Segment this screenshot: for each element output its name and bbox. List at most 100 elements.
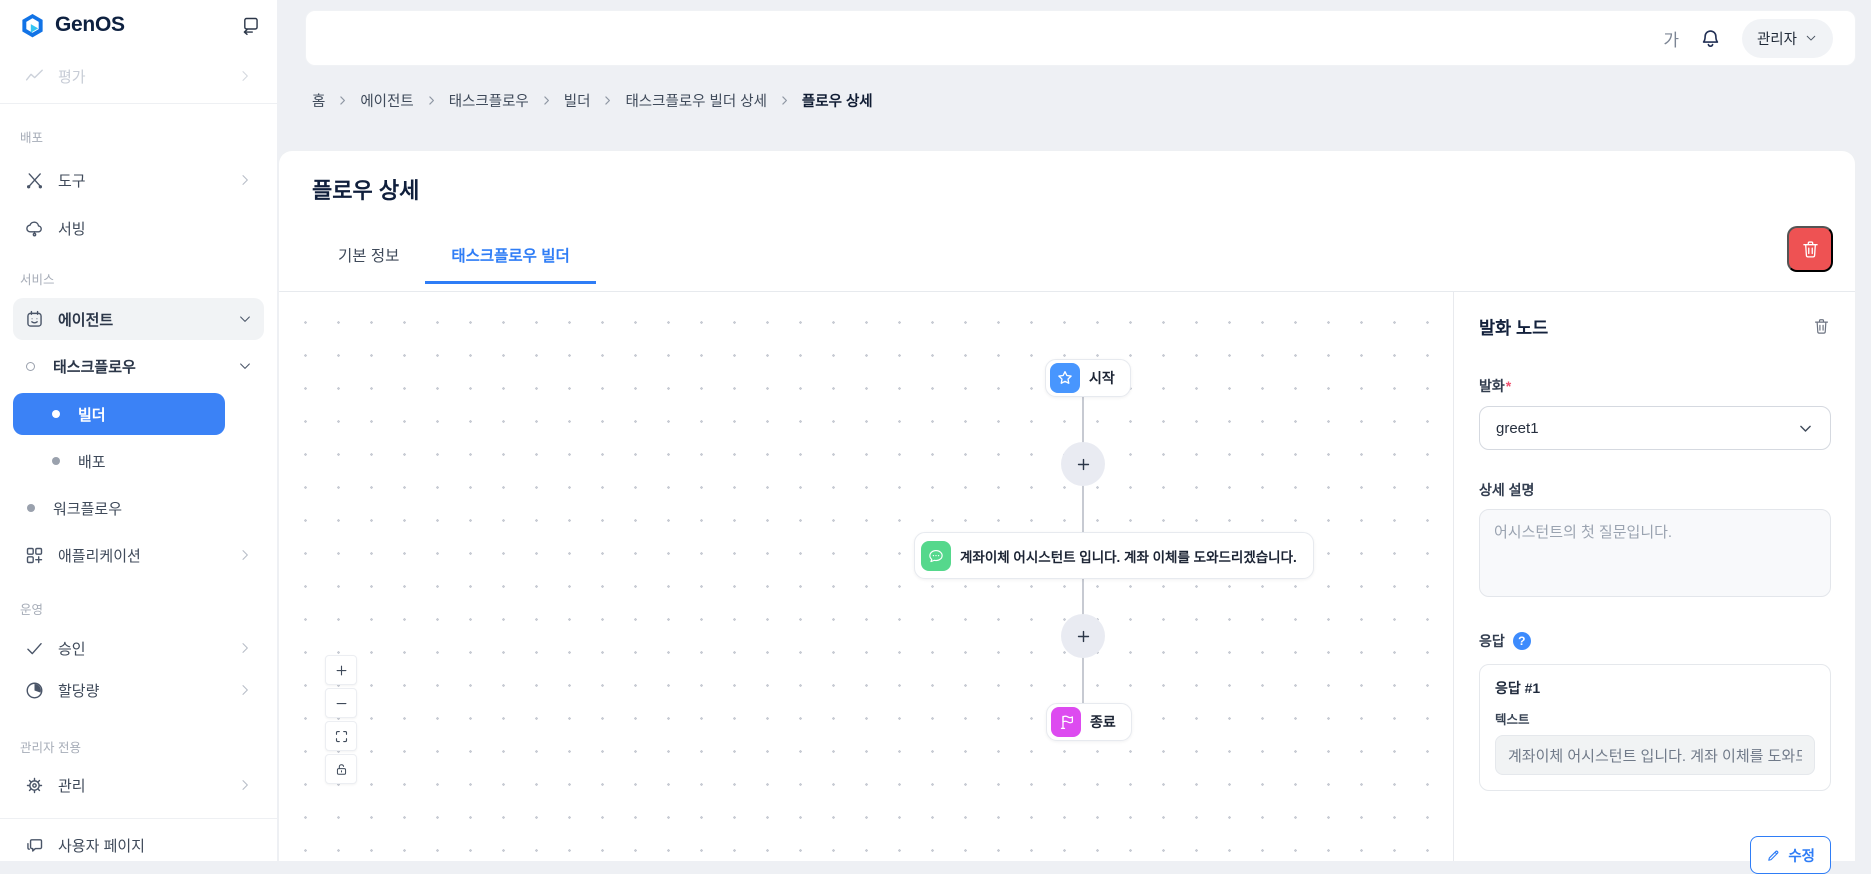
fit-view-button[interactable]: [325, 721, 357, 751]
sidebar-item-quota[interactable]: 할당량: [13, 670, 264, 710]
line-chart-icon: [24, 66, 45, 87]
sidebar-item-application[interactable]: 애플리케이션: [13, 535, 264, 575]
gear-icon: [24, 775, 45, 796]
utterance-select-value: greet1: [1496, 420, 1539, 437]
section-label-admin: 관리자 전용: [13, 738, 264, 754]
builder-area: 시작 계좌이체 어시스턴트 입니다. 계좌 이체를 도와드리겠습니다. 종료: [279, 292, 1855, 861]
help-icon[interactable]: ?: [1513, 632, 1531, 650]
utterance-select[interactable]: greet1: [1479, 406, 1831, 450]
chevron-right-icon: [237, 172, 253, 188]
sidebar-item-builder[interactable]: 빌더: [13, 393, 225, 435]
trash-icon: [1800, 239, 1821, 260]
sidebar-item-deploy[interactable]: 배포: [13, 441, 264, 481]
bullet-icon: [52, 410, 60, 418]
text-label: 텍스트: [1495, 709, 1815, 728]
sidebar-collapse-icon[interactable]: [240, 15, 261, 36]
user-menu-label: 관리자: [1757, 28, 1797, 49]
page-title: 플로우 상세: [312, 173, 419, 205]
node-properties-panel: 발화 노드 발화* greet1 상세 설명 응답 ? 응답 #1 텍스트: [1453, 292, 1855, 861]
chevron-right-icon: [237, 682, 253, 698]
bullet-icon: [27, 504, 35, 512]
user-menu-button[interactable]: 관리자: [1742, 19, 1833, 58]
chevron-right-icon: [237, 547, 253, 563]
sidebar-divider: [0, 818, 277, 819]
sidebar-item-admin[interactable]: 관리: [13, 765, 264, 805]
edit-button[interactable]: 수정: [1750, 836, 1831, 874]
canvas-controls: [325, 655, 357, 784]
tab-basic-info[interactable]: 기본 정보: [312, 229, 425, 284]
sidebar-item-tools[interactable]: 도구: [13, 160, 264, 200]
breadcrumb-builder-detail[interactable]: 태스크플로우 빌더 상세: [625, 90, 766, 111]
star-icon: [1050, 363, 1080, 393]
breadcrumb-taskflow[interactable]: 태스크플로우: [449, 90, 529, 111]
logo[interactable]: GenOS: [13, 0, 264, 46]
chevron-right-icon: [237, 68, 253, 84]
chevron-right-icon: [601, 94, 614, 107]
chevron-down-icon: [1804, 31, 1818, 45]
sidebar-item-user-page[interactable]: 사용자 페이지: [13, 825, 264, 865]
sidebar-item-workflow[interactable]: 워크플로우: [13, 488, 264, 528]
sidebar-item-serving[interactable]: 서빙: [13, 208, 264, 248]
add-node-button[interactable]: [1061, 614, 1105, 658]
section-label-service: 서비스: [13, 270, 264, 286]
breadcrumb-builder[interactable]: 빌더: [564, 90, 591, 111]
zoom-out-button[interactable]: [325, 688, 357, 718]
chevron-right-icon: [237, 640, 253, 656]
breadcrumb-home[interactable]: 홈: [312, 90, 325, 111]
tab-taskflow-builder[interactable]: 태스크플로우 빌더: [425, 229, 595, 284]
description-textarea[interactable]: [1479, 509, 1831, 597]
sidebar: GenOS 평가 배포 도구 서빙 서비스 에이전트 태스크플로우 빌더 배포: [0, 0, 277, 861]
sidebar-divider: [0, 103, 277, 104]
utterance-label: 발화*: [1479, 376, 1831, 396]
pie-chart-icon: [24, 680, 45, 701]
cloud-icon: [24, 218, 45, 239]
genos-logo-icon: [19, 12, 46, 39]
node-end[interactable]: 종료: [1046, 703, 1132, 741]
chat-bubble-icon: [921, 541, 951, 571]
chevron-down-icon: [237, 358, 253, 374]
bell-icon[interactable]: [1699, 27, 1722, 50]
chevron-right-icon: [540, 94, 553, 107]
description-label: 상세 설명: [1479, 480, 1831, 500]
response-label: 응답: [1479, 631, 1505, 651]
delete-flow-button[interactable]: [1787, 226, 1833, 272]
node-utterance[interactable]: 계좌이체 어시스턴트 입니다. 계좌 이체를 도와드리겠습니다.: [914, 532, 1314, 579]
add-node-button[interactable]: [1061, 442, 1105, 486]
response-card: 응답 #1 텍스트: [1479, 664, 1831, 791]
breadcrumb-agent[interactable]: 에이전트: [360, 90, 413, 111]
lock-button[interactable]: [325, 754, 357, 784]
tools-icon: [24, 170, 45, 191]
chevron-down-icon: [237, 311, 253, 327]
bullet-icon: [52, 457, 60, 465]
chevron-right-icon: [336, 94, 349, 107]
main-card: 플로우 상세 기본 정보 태스크플로우 빌더 시작 계좌이체 어시스턴트 입니다…: [278, 150, 1856, 861]
section-label-deploy: 배포: [13, 128, 264, 144]
topbar: 가 관리자: [305, 10, 1856, 66]
agent-icon: [24, 309, 45, 330]
sidebar-item-agent[interactable]: 에이전트: [13, 298, 264, 340]
zoom-in-button[interactable]: [325, 655, 357, 685]
check-icon: [24, 638, 45, 659]
section-label-ops: 운영: [13, 600, 264, 616]
tab-bar: 기본 정보 태스크플로우 빌더: [312, 229, 596, 284]
flow-canvas[interactable]: 시작 계좌이체 어시스턴트 입니다. 계좌 이체를 도와드리겠습니다. 종료: [279, 292, 1453, 862]
sidebar-item-eval[interactable]: 평가: [13, 56, 264, 96]
font-size-button[interactable]: 가: [1663, 26, 1679, 51]
chevron-right-icon: [237, 777, 253, 793]
response-item-title: 응답 #1: [1495, 678, 1815, 698]
sidebar-item-taskflow[interactable]: 태스크플로우: [13, 346, 264, 386]
chevron-right-icon: [425, 94, 438, 107]
trash-icon[interactable]: [1812, 317, 1831, 336]
chevron-right-icon: [778, 94, 791, 107]
apps-icon: [24, 545, 45, 566]
chevron-down-icon: [1797, 420, 1814, 437]
chat-icon: [24, 835, 45, 856]
app-name: GenOS: [55, 13, 125, 37]
node-start[interactable]: 시작: [1045, 359, 1131, 397]
pencil-icon: [1766, 848, 1781, 863]
sidebar-item-approval[interactable]: 승인: [13, 628, 264, 668]
breadcrumb-current: 플로우 상세: [802, 90, 873, 111]
bullet-outline-icon: [26, 362, 35, 371]
required-asterisk: *: [1506, 378, 1511, 394]
response-text-input[interactable]: [1495, 735, 1815, 775]
